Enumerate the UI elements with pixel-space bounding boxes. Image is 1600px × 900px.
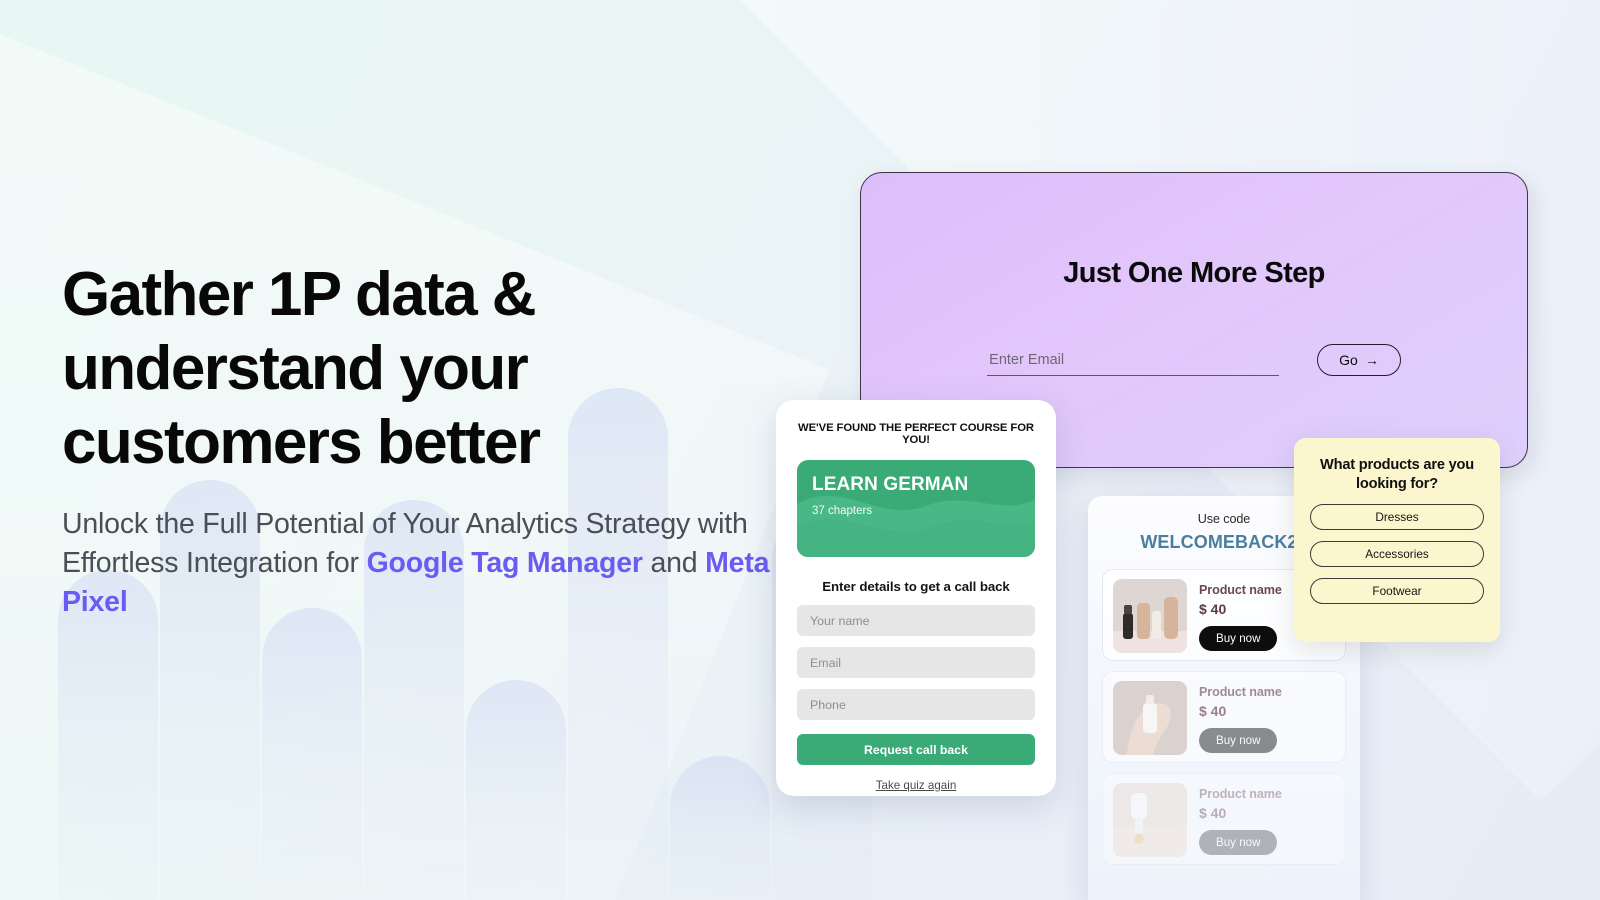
product-name: Product name [1199, 787, 1282, 801]
product-name: Product name [1199, 685, 1282, 699]
hero-subtitle-text-2: and [642, 547, 706, 580]
hero-subtitle: Unlock the Full Potential of Your Analyt… [62, 505, 802, 622]
product-row: Product name $ 40 Buy now [1102, 671, 1346, 763]
course-title: LEARN GERMAN [812, 474, 969, 495]
product-thumbnail [1113, 783, 1187, 857]
product-quiz-card: What products are you looking for? Dress… [1294, 438, 1500, 642]
course-kicker: WE'VE FOUND THE PERFECT COURSE FOR YOU! [798, 422, 1034, 446]
buy-now-button[interactable]: Buy now [1199, 830, 1278, 855]
page-title: Gather 1P data & understand your custome… [62, 260, 541, 477]
quiz-option-accessories[interactable]: Accessories [1310, 541, 1484, 568]
email-capture-form: Go → [861, 344, 1527, 376]
arrow-right-icon: → [1364, 352, 1379, 368]
email-input-course[interactable] [797, 647, 1035, 678]
brand-google-tag-manager: Google Tag Manager [366, 547, 643, 580]
request-call-back-button[interactable]: Request call back [797, 734, 1035, 765]
quiz-question: What products are you looking for? [1320, 457, 1474, 492]
product-thumbnail [1113, 579, 1187, 653]
product-price: $ 40 [1199, 805, 1227, 821]
buy-now-button[interactable]: Buy now [1199, 626, 1278, 651]
decorative-bar [262, 608, 362, 900]
product-price: $ 40 [1199, 703, 1227, 719]
take-quiz-again-link[interactable]: Take quiz again [797, 779, 1035, 792]
quiz-option-footwear[interactable]: Footwear [1310, 578, 1484, 605]
hero-copy: Gather 1P data & understand your custome… [62, 258, 802, 622]
course-banner-text: LEARN GERMAN 37 chapters [812, 474, 1020, 517]
go-button-label: Go [1339, 352, 1358, 368]
callback-form-heading: Enter details to get a call back [822, 579, 1010, 594]
email-input[interactable] [987, 349, 1280, 376]
buy-now-button[interactable]: Buy now [1199, 728, 1278, 753]
product-thumbnail [1113, 681, 1187, 755]
phone-input[interactable] [797, 689, 1035, 720]
go-button[interactable]: Go → [1317, 344, 1401, 376]
course-recommendation-card: WE'VE FOUND THE PERFECT COURSE FOR YOU! … [776, 400, 1056, 796]
quiz-option-dresses[interactable]: Dresses [1310, 504, 1484, 531]
course-banner: LEARN GERMAN 37 chapters [797, 460, 1035, 557]
decorative-bar [670, 756, 770, 900]
course-chapter-count: 37 chapters [812, 505, 873, 518]
quiz-options: Dresses Accessories Footwear [1310, 504, 1484, 605]
decorative-bar [466, 680, 566, 900]
name-input[interactable] [797, 605, 1035, 636]
product-row: Product name $ 40 Buy now [1102, 773, 1346, 865]
email-capture-title: Just One More Step [1063, 257, 1325, 289]
